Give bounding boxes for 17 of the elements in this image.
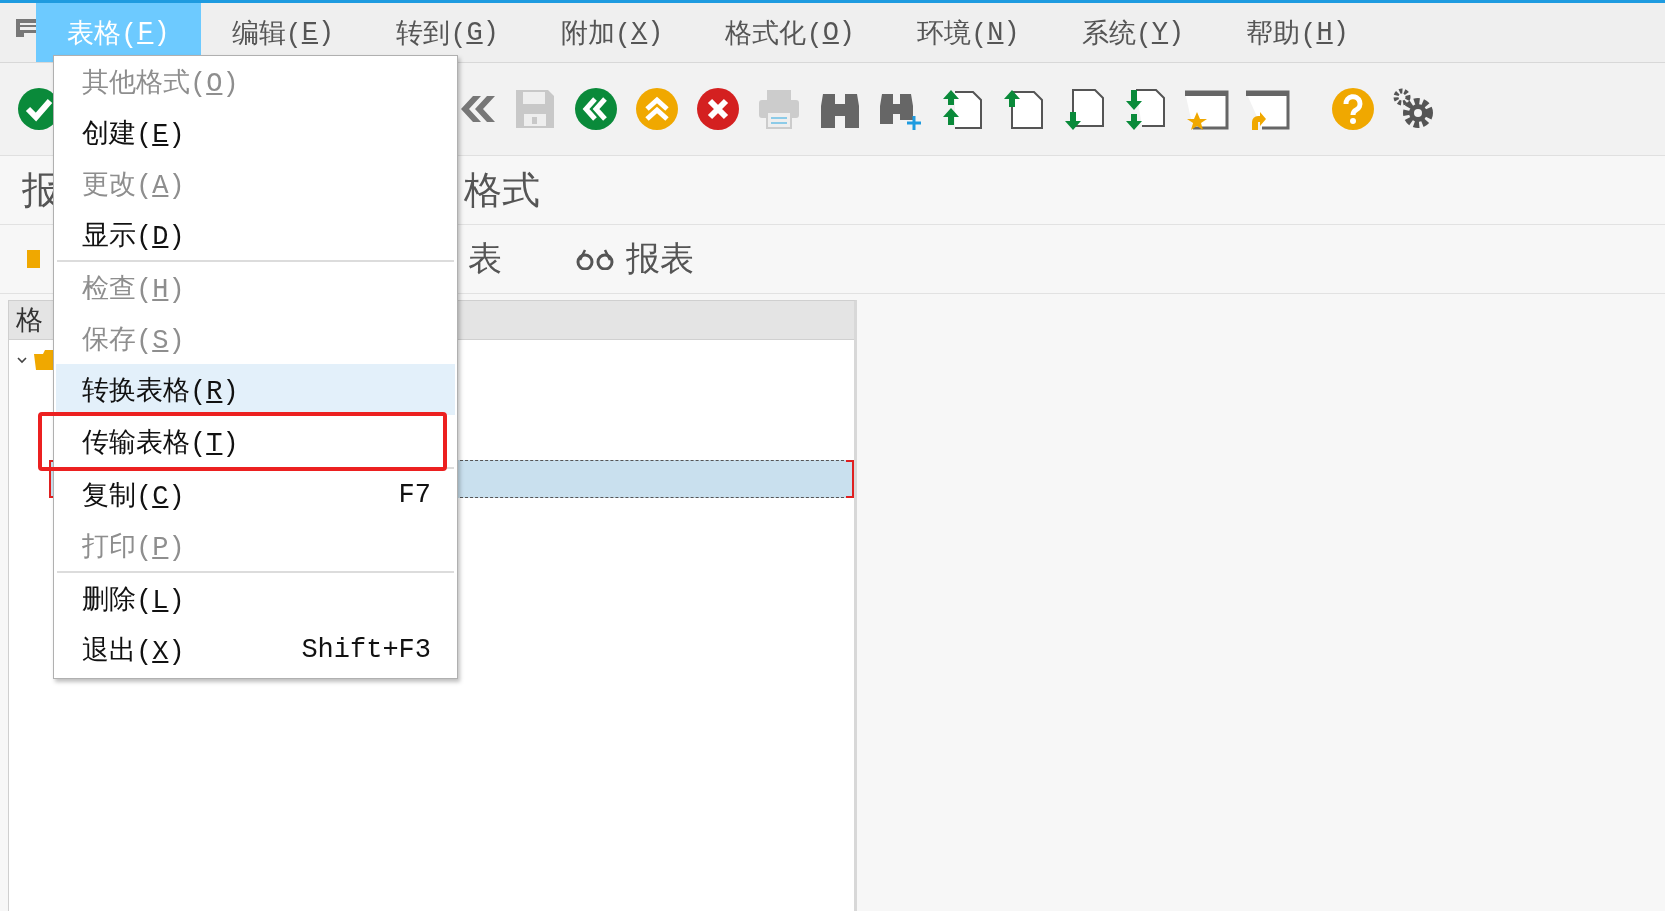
menu-item-label: 检查(H) [82, 273, 185, 306]
page-title: 格式 [464, 167, 540, 213]
menu-item-label: 保存(S) [82, 324, 185, 357]
shortcut: F7 [398, 479, 431, 510]
menu-item-label: 转换表格(R) [82, 375, 239, 408]
menu-item-label: 更改(A) [82, 169, 185, 202]
menu-item-label: 其他格式(O) [82, 67, 239, 100]
column-title: 格 [16, 306, 43, 338]
menu-item-label: 删除(L) [82, 584, 185, 617]
menu-item-label: 退出(X) [82, 635, 185, 668]
menu-item-label: 传输表格(T) [82, 427, 239, 460]
menu-item-label: 创建(E) [82, 118, 185, 151]
menu-item-label: 复制(C) [82, 480, 185, 513]
menu-item-label: 显示(D) [82, 220, 185, 253]
menu-item-label: 打印(P) [82, 531, 185, 564]
tab-label: 表 [468, 239, 502, 279]
shortcut: Shift+F3 [301, 634, 431, 665]
